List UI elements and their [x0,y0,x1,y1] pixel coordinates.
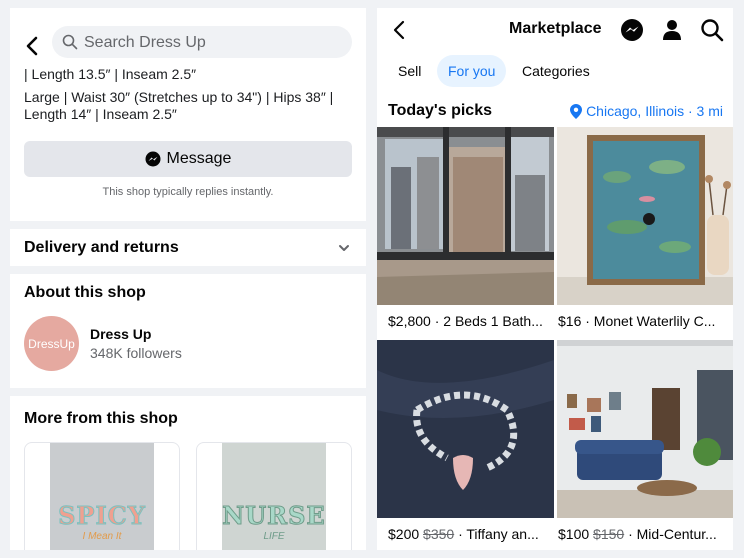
search-icon[interactable] [700,18,724,42]
listing-old-price: $350 [423,526,455,542]
listing-image[interactable] [557,340,733,518]
listing-price: $16 [558,313,582,329]
shop-logo-text: DressUp [28,336,75,351]
search-icon [62,34,78,50]
chevron-down-icon[interactable] [338,242,350,254]
messenger-icon[interactable] [620,18,644,42]
message-button[interactable]: Message [24,141,352,177]
listing-image[interactable] [377,340,554,518]
location-filter[interactable]: Chicago, Illinois · 3 mi [570,103,723,119]
bracelet-photo [377,340,554,518]
product-print-text: SPICY [58,501,146,531]
about-shop-title: About this shop [24,284,146,301]
listing-title: · Monet Waterlily C... [585,313,716,329]
listing-title: · 2 Beds 1 Bath... [434,313,543,329]
description-line: Length 14″ | Inseam 2.5″ [24,106,177,122]
product-print-subtext: LIFE [263,531,285,542]
marketplace-panel: Marketplace Sell For you Categories Toda… [377,8,733,550]
listing-title: · Mid-Centur... [628,526,717,542]
listing-old-price: $150 [593,526,625,542]
listing-caption[interactable]: $16 · Monet Waterlily C... [558,313,715,329]
section-divider [10,221,366,229]
listing-image[interactable] [377,127,554,305]
apartment-photo [377,127,554,305]
section-divider [10,266,366,274]
listing-price: $200 [388,526,420,542]
tab-categories[interactable]: Categories [511,55,601,87]
location-pin-icon [570,103,583,119]
listing-caption[interactable]: $2,800 · 2 Beds 1 Bath... [388,313,543,329]
product-print-text: NURSE [222,501,326,531]
listing-caption[interactable]: $200 $350 · Tiffany an... [388,526,539,542]
monet-print-photo [557,127,733,305]
more-from-shop-title: More from this shop [24,410,178,427]
product-print-subtext: I Mean It [82,531,122,542]
product-card[interactable]: SPICY I Mean It [24,442,180,550]
listing-title: · Tiffany an... [458,526,539,542]
search-input[interactable] [82,30,336,56]
tab-sell[interactable]: Sell [387,55,432,87]
listing-detail-panel: | Length 13.5″ | Inseam 2.5″ Large | Wai… [10,8,366,550]
product-card[interactable]: NURSE LIFE [196,442,352,550]
listing-price: $2,800 [388,313,431,329]
page-title: Marketplace [509,20,602,37]
todays-picks-title: Today's picks [388,102,492,119]
listing-caption[interactable]: $100 $150 · Mid-Centur... [558,526,717,542]
description-line: | Length 13.5″ | Inseam 2.5″ [24,66,197,82]
messenger-icon [145,151,161,167]
delivery-returns-title[interactable]: Delivery and returns [24,239,179,257]
listing-price: $100 [558,526,590,542]
message-button-label: Message [166,150,232,167]
profile-icon[interactable] [660,18,684,42]
search-bar[interactable] [52,26,352,58]
shop-followers: 348K followers [90,345,182,361]
tab-for-you[interactable]: For you [437,55,507,87]
back-arrow-icon[interactable] [391,20,407,40]
back-arrow-icon[interactable] [24,36,40,56]
shop-avatar[interactable]: DressUp [24,316,79,371]
listing-image[interactable] [557,127,733,305]
shop-name[interactable]: Dress Up [90,326,151,342]
description-line: Large | Waist 30″ (Stretches up to 34") … [24,89,334,105]
living-room-photo [557,340,733,518]
location-text: Chicago, Illinois · 3 mi [586,103,723,119]
section-divider [10,388,366,396]
reply-note: This shop typically replies instantly. [102,186,274,198]
